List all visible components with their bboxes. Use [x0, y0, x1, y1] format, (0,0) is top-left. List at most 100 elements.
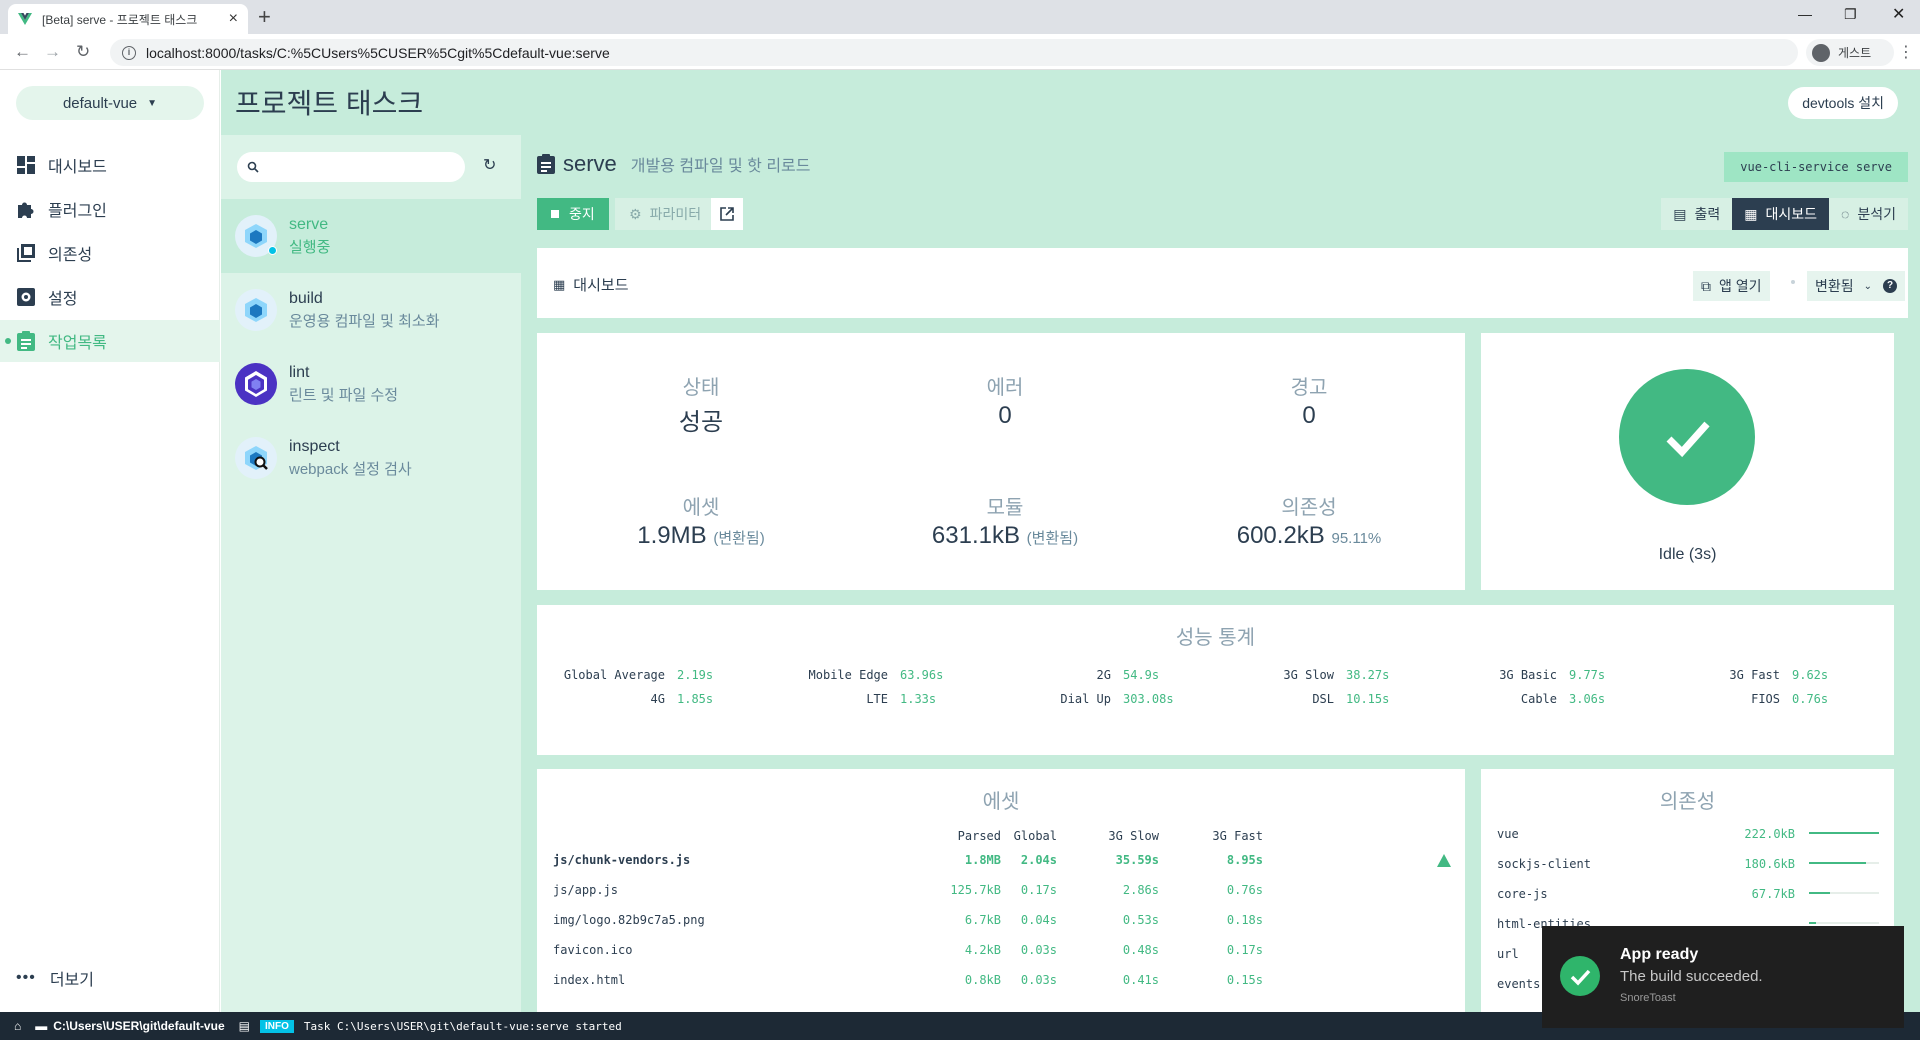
main-area: 프로젝트 태스크 devtools 설치 ↻ serve 실행중 build 운영용… [221, 70, 1920, 1012]
info-icon[interactable]: i [122, 45, 136, 60]
mode-select[interactable]: 변환됨 ⌄ [1807, 271, 1881, 301]
dep-size: 222.0kB [1744, 827, 1795, 841]
stat-status: 상태 성공 [678, 377, 724, 436]
forward-icon[interactable]: → [44, 42, 61, 62]
chevron-down-icon: ⌄ [1863, 280, 1873, 292]
speed-stat: Global Average 2.19s [563, 668, 714, 682]
speed-title: 성능 통계 [1175, 627, 1256, 649]
asset-value: 0.76s [1226, 883, 1263, 897]
parameters-button[interactable]: ⚙ 파라미터 [615, 198, 716, 230]
maximize-button[interactable]: ❐ [1844, 6, 1857, 23]
assets-card: 에셋 Parsed Global 3G Slow 3G Fast js/chunk-ve… [537, 769, 1465, 1012]
donut-icon: ◌ [1841, 206, 1850, 222]
search-icon [247, 161, 259, 173]
task-name: serve [289, 215, 329, 233]
browser-tab-bar: [Beta] serve - 프로젝트 태스크 × + — ❐ ✕ [0, 0, 1920, 34]
sidebar-item-label: 플러그인 [48, 203, 107, 220]
close-tab-icon[interactable]: × [229, 10, 238, 28]
console-icon: ▤ [238, 1019, 250, 1033]
dep-name: core-js [1497, 887, 1548, 901]
back-icon[interactable]: ← [14, 42, 31, 62]
profile-button[interactable]: 게스트 [1806, 39, 1894, 66]
refresh-icon[interactable]: ↻ [483, 155, 496, 175]
search-input[interactable] [237, 152, 465, 182]
task-detail: serve 개발용 컴파일 및 핫 리로드 vue-cli-service se… [521, 135, 1920, 1012]
vue-logo-icon [18, 13, 32, 25]
console-log[interactable]: ▤ INFO Task C:\Users\USER\git\default-vue:… [239, 1019, 622, 1033]
address-bar: ← → ↻ i localhost:8000/tasks/C:%5CUsers%… [0, 34, 1920, 70]
toast-notification[interactable]: App ready The build succeeded. SnoreToas… [1542, 926, 1904, 1028]
stop-button[interactable]: 중지 [537, 198, 609, 230]
view-analyzer-tab[interactable]: ◌ 분석기 [1829, 198, 1908, 230]
task-desc: 실행중 [289, 238, 331, 256]
project-path[interactable]: ▬ C:\Users\USER\git\default-vue [35, 1019, 224, 1033]
url-text: localhost:8000/tasks/C:%5CUsers%5CUSER%5… [146, 44, 610, 61]
puzzle-icon [16, 199, 36, 219]
view-label: 출력 [1694, 206, 1721, 222]
task-name: lint [289, 363, 310, 381]
sidebar-item-dependencies[interactable]: 의존성 [0, 232, 220, 274]
view-dashboard-tab[interactable]: ▦ 대시보드 [1732, 198, 1830, 230]
table-row: favicon.ico 4.2kB 0.03s 0.48s 0.17s [537, 943, 1465, 973]
parameters-label: 파라미터 [649, 206, 702, 222]
sidebar-item-tasks[interactable]: 작업목록 [0, 320, 220, 362]
column-header: 3G Slow [1108, 829, 1159, 843]
dashboard-icon: ▦ [1744, 205, 1758, 222]
sidebar-item-dashboard[interactable]: 대시보드 [0, 144, 220, 186]
asset-name: js/app.js [553, 883, 619, 897]
url-field[interactable]: i localhost:8000/tasks/C:%5CUsers%5CUSER… [110, 39, 1798, 66]
toast-source: SnoreToast [1620, 992, 1676, 1004]
task-item-build[interactable]: build 운영용 컴파일 및 최소화 [221, 273, 521, 347]
open-external-button[interactable] [711, 198, 743, 230]
sidebar-item-plugins[interactable]: 플러그인 [0, 188, 220, 230]
caret-down-icon: ▼ [147, 97, 158, 109]
asset-value: 0.03s [1020, 943, 1057, 957]
page-header: 프로젝트 태스크 devtools 설치 [221, 70, 1920, 135]
speed-stat: 3G Basic 9.77s [1499, 668, 1606, 682]
stat-errors: 에러 0 [986, 377, 1024, 429]
sidebar-item-settings[interactable]: 설정 [0, 276, 220, 318]
idle-status: Idle (3s) [1658, 546, 1717, 563]
webpack-icon [235, 289, 277, 331]
open-app-button[interactable]: ⧉ 앱 열기 [1693, 271, 1770, 301]
dep-ratio-bar [1809, 832, 1879, 834]
new-tab-button[interactable]: + [258, 4, 271, 30]
separator-dot [1791, 280, 1795, 284]
table-row: index.html 0.8kB 0.03s 0.41s 0.15s [537, 973, 1465, 1003]
help-button[interactable]: ? [1875, 271, 1905, 301]
asset-name: js/chunk-vendors.js [553, 853, 691, 867]
speed-stat: 4G 1.85s [650, 692, 714, 706]
browser-tab[interactable]: [Beta] serve - 프로젝트 태스크 × [8, 4, 248, 34]
status-card: 상태 성공 에러 0 경고 0 에셋 1.9MB (변환됨) 모듈 631.1kB (변환… [537, 333, 1465, 590]
table-row: img/logo.82b9c7a5.png 6.7kB 0.04s 0.53s 0.18… [537, 913, 1465, 943]
asset-value: 2.86s [1122, 883, 1159, 897]
toast-title: App ready [1620, 946, 1699, 963]
more-button[interactable]: ••• 더보기 [16, 966, 94, 990]
dep-ratio-bar [1809, 892, 1879, 894]
close-window-button[interactable]: ✕ [1892, 4, 1905, 24]
list-item: vue 222.0kB [1481, 827, 1894, 857]
task-desc: 운영용 컴파일 및 최소화 [289, 312, 440, 330]
reload-icon[interactable]: ↻ [76, 42, 90, 62]
project-selector[interactable]: default-vue ▼ [16, 86, 204, 120]
asset-name: favicon.ico [553, 943, 633, 957]
stat-dependencies: 의존성 600.2kB 95.11% [1236, 497, 1382, 549]
asset-value: 0.15s [1226, 973, 1263, 987]
task-item-serve[interactable]: serve 실행중 [221, 199, 521, 273]
column-header: Global [1013, 829, 1057, 843]
home-icon[interactable]: ⌂ [14, 1019, 21, 1033]
sidebar: default-vue ▼ 대시보드 플러그인 의존성 설정 작업목록 ••• … [0, 70, 220, 1012]
task-item-inspect[interactable]: inspect webpack 설정 검사 [221, 421, 521, 495]
task-name: build [289, 289, 323, 307]
open-external-icon [720, 207, 734, 221]
install-devtools-button[interactable]: devtools 설치 [1788, 87, 1898, 119]
dep-name: url [1497, 947, 1519, 961]
speed-stat: Mobile Edge 63.96s [808, 668, 944, 682]
minimize-button[interactable]: — [1798, 6, 1812, 22]
menu-icon[interactable]: ⋮ [1898, 42, 1914, 62]
view-output-tab[interactable]: ▤ 출력 [1661, 198, 1733, 230]
speed-stats-card: 성능 통계 Global Average 2.19s Mobile Edge 63.9… [537, 605, 1894, 755]
clipboard-icon [537, 154, 555, 174]
gear-icon: ⚙ [629, 205, 642, 222]
task-item-lint[interactable]: lint 린트 및 파일 수정 [221, 347, 521, 421]
